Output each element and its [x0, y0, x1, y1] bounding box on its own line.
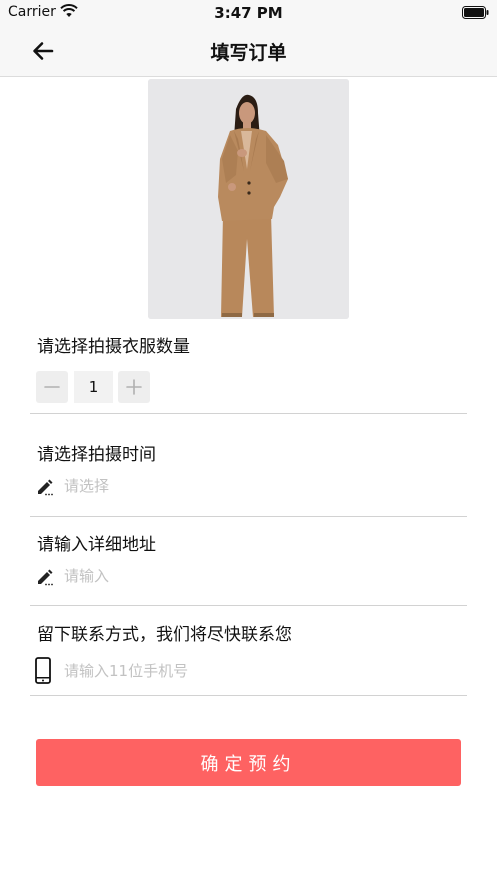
- divider: [30, 605, 467, 606]
- battery-icon: [462, 6, 489, 19]
- page-title: 填写订单: [210, 42, 287, 64]
- mobile-phone-icon: [35, 657, 51, 684]
- status-time: 3:47 PM: [214, 4, 283, 22]
- divider: [30, 516, 467, 517]
- increase-quantity-button[interactable]: [118, 371, 150, 403]
- quantity-section-title: 请选择拍摄衣服数量: [37, 337, 190, 357]
- divider: [30, 413, 467, 414]
- decrease-quantity-button[interactable]: [36, 371, 68, 403]
- shoot-time-input[interactable]: [64, 473, 444, 499]
- model-in-suit-illustration: [148, 79, 349, 319]
- navigation-bar: 填写订单: [0, 26, 497, 77]
- plus-icon: [126, 379, 142, 395]
- phone-number-input[interactable]: [64, 658, 444, 684]
- address-section-title: 请输入详细地址: [37, 535, 156, 555]
- divider: [30, 695, 467, 696]
- shoot-time-section-title: 请选择拍摄时间: [37, 445, 156, 465]
- contact-section-title: 留下联系方式，我们将尽快联系您: [37, 625, 292, 645]
- address-input[interactable]: [64, 563, 444, 589]
- product-image: [148, 79, 349, 319]
- minus-icon: [44, 386, 60, 388]
- edit-pencil-icon: [38, 569, 53, 586]
- confirm-booking-button[interactable]: 确定预约: [36, 739, 461, 786]
- edit-pencil-icon: [38, 479, 53, 496]
- quantity-value[interactable]: 1: [74, 371, 113, 403]
- status-bar: Carrier 3:47 PM: [0, 0, 497, 26]
